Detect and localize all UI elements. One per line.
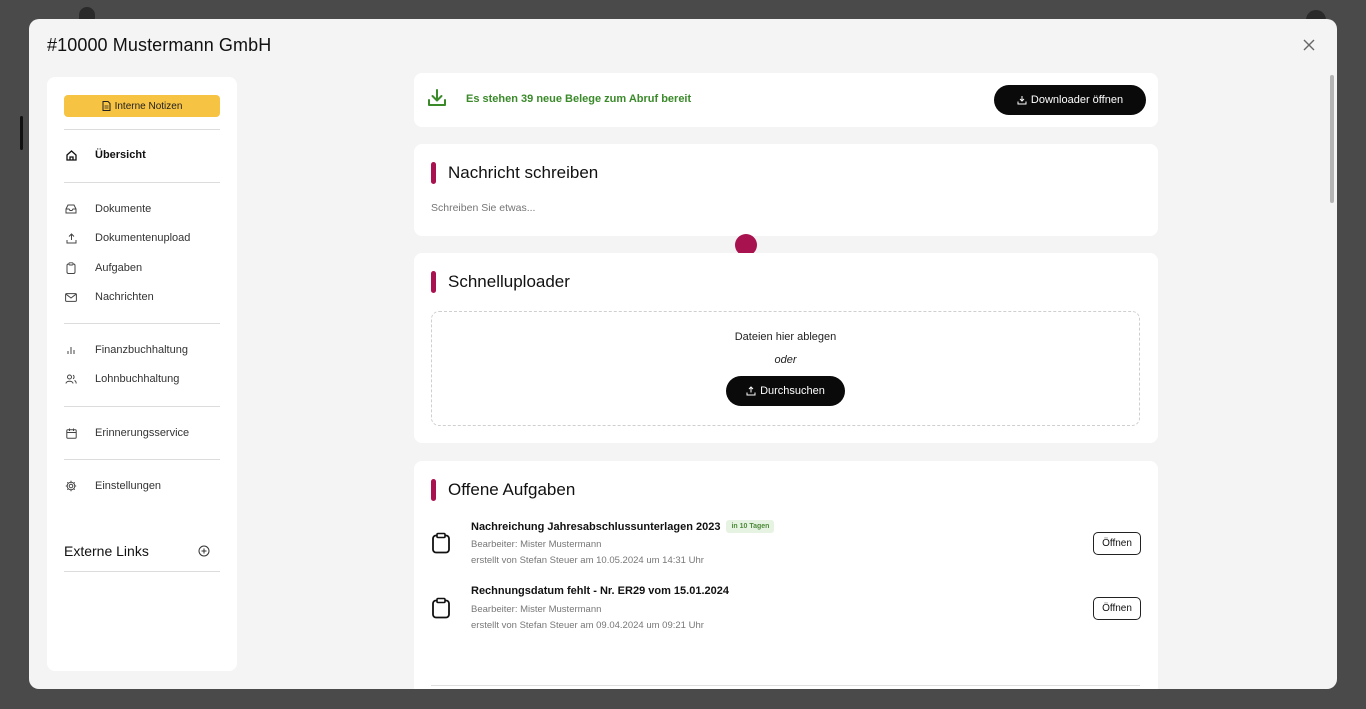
divider	[64, 571, 220, 572]
sidebar-item-label: Dokumente	[95, 203, 152, 215]
uploader-title: Schnelluploader	[448, 272, 570, 291]
home-icon	[64, 148, 78, 162]
clipboard-icon	[431, 597, 451, 624]
task-editor: Bearbeiter: Mister Mustermann	[471, 539, 602, 550]
tasks-title: Offene Aufgaben	[448, 480, 576, 499]
sidebar-item-label: Finanzbuchhaltung	[95, 344, 188, 356]
sidebar-item-label: Einstellungen	[95, 480, 162, 492]
accent-bar	[431, 479, 436, 501]
external-links-header[interactable]: Externe Links	[64, 540, 220, 562]
task-item: Rechnungsdatum fehlt - Nr. ER29 vom 15.0…	[431, 585, 1141, 635]
message-input[interactable]	[431, 202, 1131, 214]
sidebar-item-payroll[interactable]: Lohnbuchhaltung	[64, 368, 220, 390]
calendar-icon	[64, 426, 78, 440]
dropzone-or-text: oder	[774, 354, 797, 366]
open-downloader-label: Downloader öffnen	[1030, 94, 1124, 106]
sidebar-item-overview[interactable]: Übersicht	[64, 144, 220, 166]
message-card: Nachricht schreiben	[414, 144, 1158, 236]
backdrop-avatar	[79, 7, 95, 19]
bar-chart-icon	[64, 343, 78, 357]
external-links-label: Externe Links	[64, 543, 149, 559]
new-documents-banner: Es stehen 39 neue Belege zum Abruf berei…	[414, 73, 1158, 127]
open-tasks-card: Offene Aufgaben Nachreichung Jahresabsch…	[414, 461, 1158, 689]
task-item: Nachreichung Jahresabschlussunterlagen 2…	[431, 520, 1141, 570]
download-icon	[426, 87, 448, 114]
open-downloader-button[interactable]: Downloader öffnen	[994, 85, 1146, 115]
close-icon	[1303, 39, 1315, 51]
sidebar-item-label: Aufgaben	[95, 262, 143, 274]
inbox-icon	[64, 202, 78, 216]
browse-button[interactable]: Durchsuchen	[726, 376, 845, 406]
sidebar-item-messages[interactable]: Nachrichten	[64, 286, 220, 308]
accent-bar	[431, 271, 436, 293]
internal-notes-label: Interne Notizen	[114, 100, 183, 112]
sidebar-item-documents[interactable]: Dokumente	[64, 198, 220, 220]
sidebar-item-tasks[interactable]: Aufgaben	[64, 257, 220, 279]
task-title-row: Nachreichung Jahresabschlussunterlagen 2…	[471, 520, 775, 533]
due-badge: in 10 Tagen	[726, 520, 775, 533]
divider	[64, 323, 220, 324]
sidebar: Interne Notizen Übersicht Dokumente Doku…	[47, 77, 237, 671]
task-meta: erstellt von Stefan Steuer am 09.04.2024…	[471, 620, 704, 631]
upload-icon	[64, 231, 78, 245]
sidebar-item-label: Erinnerungsservice	[95, 427, 190, 439]
open-task-button[interactable]: Öffnen	[1093, 532, 1141, 555]
gear-icon	[64, 479, 78, 493]
upload-icon	[746, 386, 756, 396]
accent-bar	[431, 162, 436, 184]
sidebar-item-document-upload[interactable]: Dokumentenupload	[64, 227, 220, 249]
internal-notes-button[interactable]: Interne Notizen	[64, 95, 220, 117]
clipboard-icon	[64, 261, 78, 275]
message-title: Nachricht schreiben	[448, 163, 599, 182]
customer-modal: #10000 Mustermann GmbH Interne Notizen Ü…	[29, 19, 1337, 689]
sidebar-item-reminder-service[interactable]: Erinnerungsservice	[64, 422, 220, 444]
task-title-row: Rechnungsdatum fehlt - Nr. ER29 vom 15.0…	[471, 585, 729, 597]
add-circle-icon[interactable]	[198, 545, 210, 557]
divider	[64, 129, 220, 130]
sidebar-item-financial-accounting[interactable]: Finanzbuchhaltung	[64, 339, 220, 361]
modal-title: #10000 Mustermann GmbH	[47, 35, 272, 55]
browse-label: Durchsuchen	[760, 385, 825, 397]
sidebar-item-label: Nachrichten	[95, 291, 154, 303]
scrollbar[interactable]	[1330, 75, 1334, 203]
quick-uploader-card: Schnelluploader Dateien hier ablegen ode…	[414, 253, 1158, 443]
task-editor: Bearbeiter: Mister Mustermann	[471, 604, 602, 615]
sidebar-item-label: Dokumentenupload	[95, 232, 191, 244]
task-title: Nachreichung Jahresabschlussunterlagen 2…	[471, 520, 721, 533]
mail-icon	[64, 290, 78, 304]
sidebar-item-settings[interactable]: Einstellungen	[64, 475, 220, 497]
document-icon	[102, 101, 111, 111]
download-icon	[1017, 96, 1027, 105]
sidebar-item-label: Lohnbuchhaltung	[95, 373, 180, 385]
divider	[431, 685, 1140, 686]
close-button[interactable]	[1299, 35, 1319, 55]
divider	[64, 406, 220, 407]
file-dropzone[interactable]: Dateien hier ablegen oder Durchsuchen	[431, 311, 1140, 426]
task-meta: erstellt von Stefan Steuer am 10.05.2024…	[471, 555, 704, 566]
backdrop-bar	[20, 116, 23, 150]
open-task-button[interactable]: Öffnen	[1093, 597, 1141, 620]
divider	[64, 182, 220, 183]
users-icon	[64, 372, 78, 386]
banner-text: Es stehen 39 neue Belege zum Abruf berei…	[466, 93, 692, 105]
sidebar-item-label: Übersicht	[95, 149, 146, 161]
clipboard-icon	[431, 532, 451, 559]
dropzone-text: Dateien hier ablegen	[734, 331, 837, 343]
divider	[64, 459, 220, 460]
task-title: Rechnungsdatum fehlt - Nr. ER29 vom 15.0…	[471, 585, 729, 597]
